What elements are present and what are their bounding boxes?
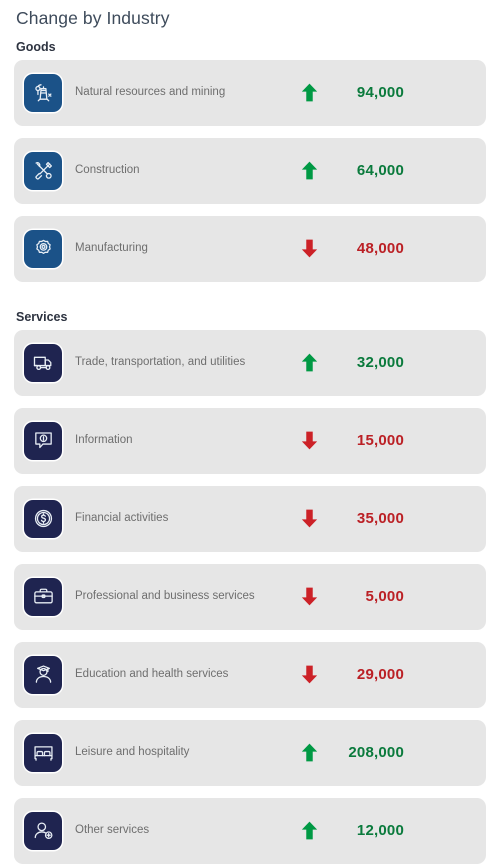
info-speech-bubble-icon [24, 421, 62, 460]
industry-row[interactable]: Education and health services 29,000 [14, 641, 486, 708]
group-header-services: Services [16, 309, 68, 324]
decrease-arrow-icon [298, 430, 320, 451]
industry-row-label: Information [75, 433, 133, 446]
industry-row[interactable]: Construction 64,000 [14, 137, 486, 204]
industry-row[interactable]: Manufacturing 48,000 [14, 215, 486, 282]
increase-arrow-icon [298, 352, 320, 373]
hammer-wrench-icon [24, 151, 62, 190]
industry-row-value: 5,000 [365, 588, 404, 606]
industry-row-value: 29,000 [356, 666, 404, 684]
industry-row[interactable]: Financial activities 35,000 [14, 485, 486, 552]
increase-arrow-icon [298, 160, 320, 181]
industry-row-label: Construction [75, 163, 140, 176]
briefcase-icon [24, 577, 62, 616]
industry-row[interactable]: Professional and business services 5,000 [14, 563, 486, 630]
industry-row[interactable]: Leisure and hospitality 208,000 [14, 719, 486, 786]
industry-row-value: 12,000 [356, 822, 404, 840]
truck-icon [24, 343, 62, 382]
increase-arrow-icon [298, 742, 320, 763]
industry-row-value: 32,000 [356, 354, 404, 372]
industry-row-label: Natural resources and mining [75, 85, 226, 98]
increase-arrow-icon [298, 82, 320, 103]
decrease-arrow-icon [298, 508, 320, 529]
decrease-arrow-icon [298, 586, 320, 607]
industry-row-value: 94,000 [356, 84, 404, 102]
oil-derrick-icon [24, 73, 62, 112]
industry-row-list-services: Trade, transportation, and utilities 32,0… [14, 329, 486, 864]
industry-row-label: Trade, transportation, and utilities [75, 355, 246, 368]
industry-row-list-goods: Natural resources and mining 94,000 Constr… [14, 59, 486, 282]
industry-row[interactable]: Other services 12,000 [14, 797, 486, 864]
industry-row[interactable]: Trade, transportation, and utilities 32,0… [14, 329, 486, 396]
person-add-icon [24, 811, 62, 850]
industry-row-value: 48,000 [356, 240, 404, 258]
gear-icon [24, 229, 62, 268]
bed-icon [24, 733, 62, 772]
industry-row[interactable]: Information 15,000 [14, 407, 486, 474]
industry-row-label: Other services [75, 823, 150, 836]
industry-row-value: 208,000 [348, 744, 404, 762]
page-title: Change by Industry [16, 8, 170, 28]
industry-row-label: Manufacturing [75, 241, 148, 254]
industry-row[interactable]: Natural resources and mining 94,000 [14, 59, 486, 126]
decrease-arrow-icon [298, 238, 320, 259]
industry-row-label: Financial activities [75, 511, 169, 524]
industry-row-label: Education and health services [75, 667, 229, 680]
industry-row-value: 64,000 [356, 162, 404, 180]
industry-groups: Goods Natural resources and mining 94,000 C… [14, 31, 486, 864]
decrease-arrow-icon [298, 664, 320, 685]
industry-row-label: Leisure and hospitality [75, 745, 190, 758]
dollar-coin-icon [24, 499, 62, 538]
industry-row-value: 15,000 [356, 432, 404, 450]
group-header-goods: Goods [16, 39, 56, 54]
industry-row-value: 35,000 [356, 510, 404, 528]
change-by-industry-panel: Change by Industry Goods Natural resource… [0, 0, 500, 864]
industry-row-label: Professional and business services [75, 589, 255, 602]
increase-arrow-icon [298, 820, 320, 841]
graduate-person-icon [24, 655, 62, 694]
